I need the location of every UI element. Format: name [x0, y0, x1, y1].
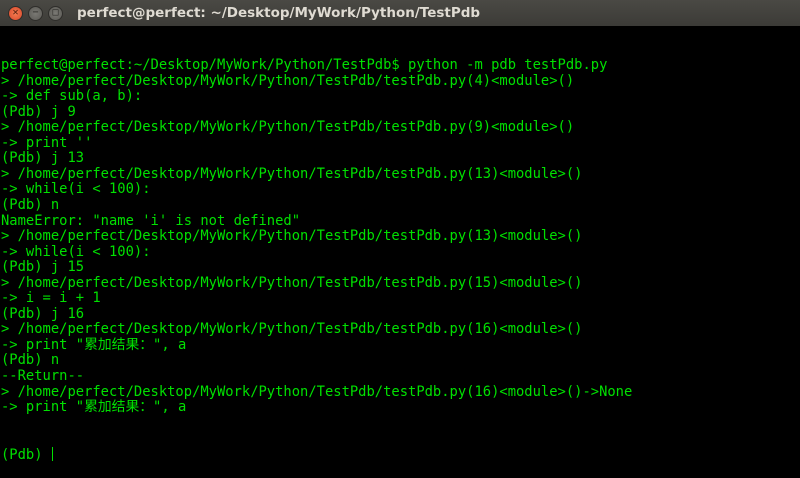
terminal-line: > /home/perfect/Desktop/MyWork/Python/Te…	[1, 228, 583, 245]
terminal-line: > /home/perfect/Desktop/MyWork/Python/Te…	[1, 321, 583, 338]
terminal-line: (Pdb) j 15	[1, 259, 85, 276]
terminal-line: (Pdb) n	[1, 352, 60, 369]
terminal-line: > /home/perfect/Desktop/MyWork/Python/Te…	[1, 72, 575, 89]
terminal-line: -> print ''	[1, 134, 93, 151]
close-icon: ✕	[12, 7, 19, 18]
terminal-line: -> def sub(a, b):	[1, 88, 143, 105]
terminal-line: (Pdb) j 9	[1, 103, 76, 120]
maximize-button[interactable]: □	[48, 5, 63, 21]
terminal-line: -> print "累加结果：", a	[1, 336, 187, 353]
terminal-line: -> i = i + 1	[1, 290, 101, 307]
terminal-line: > /home/perfect/Desktop/MyWork/Python/Te…	[1, 274, 583, 291]
terminal-line: -> while(i < 100):	[1, 243, 151, 260]
minimize-icon: −	[32, 7, 39, 18]
terminal-line: perfect@perfect:~/Desktop/MyWork/Python/…	[1, 57, 608, 74]
terminal-line: -> print "累加结果：", a	[1, 399, 187, 416]
maximize-icon: □	[52, 7, 59, 18]
close-button[interactable]: ✕	[8, 5, 23, 21]
pdb-prompt: (Pdb)	[1, 446, 51, 463]
terminal-line: > /home/perfect/Desktop/MyWork/Python/Te…	[1, 165, 583, 182]
terminal-line: > /home/perfect/Desktop/MyWork/Python/Te…	[1, 119, 575, 136]
terminal-line: -> while(i < 100):	[1, 181, 151, 198]
terminal-line: > /home/perfect/Desktop/MyWork/Python/Te…	[1, 383, 633, 400]
title-bar[interactable]: ✕ − □ perfect@perfect: ~/Desktop/MyWork/…	[0, 0, 800, 26]
window-title: perfect@perfect: ~/Desktop/MyWork/Python…	[77, 5, 481, 21]
terminal-prompt-line[interactable]: (Pdb)	[1, 446, 800, 463]
minimize-button[interactable]: −	[28, 5, 43, 21]
terminal-line: (Pdb) j 13	[1, 150, 85, 167]
terminal-line: NameError: "name 'i' is not defined"	[1, 212, 301, 229]
terminal-output[interactable]: perfect@perfect:~/Desktop/MyWork/Python/…	[1, 27, 800, 463]
terminal-line: (Pdb) n	[1, 197, 60, 214]
terminal-line: --Return--	[1, 368, 85, 385]
text-cursor	[51, 446, 53, 461]
terminal-line: (Pdb) j 16	[1, 305, 85, 322]
